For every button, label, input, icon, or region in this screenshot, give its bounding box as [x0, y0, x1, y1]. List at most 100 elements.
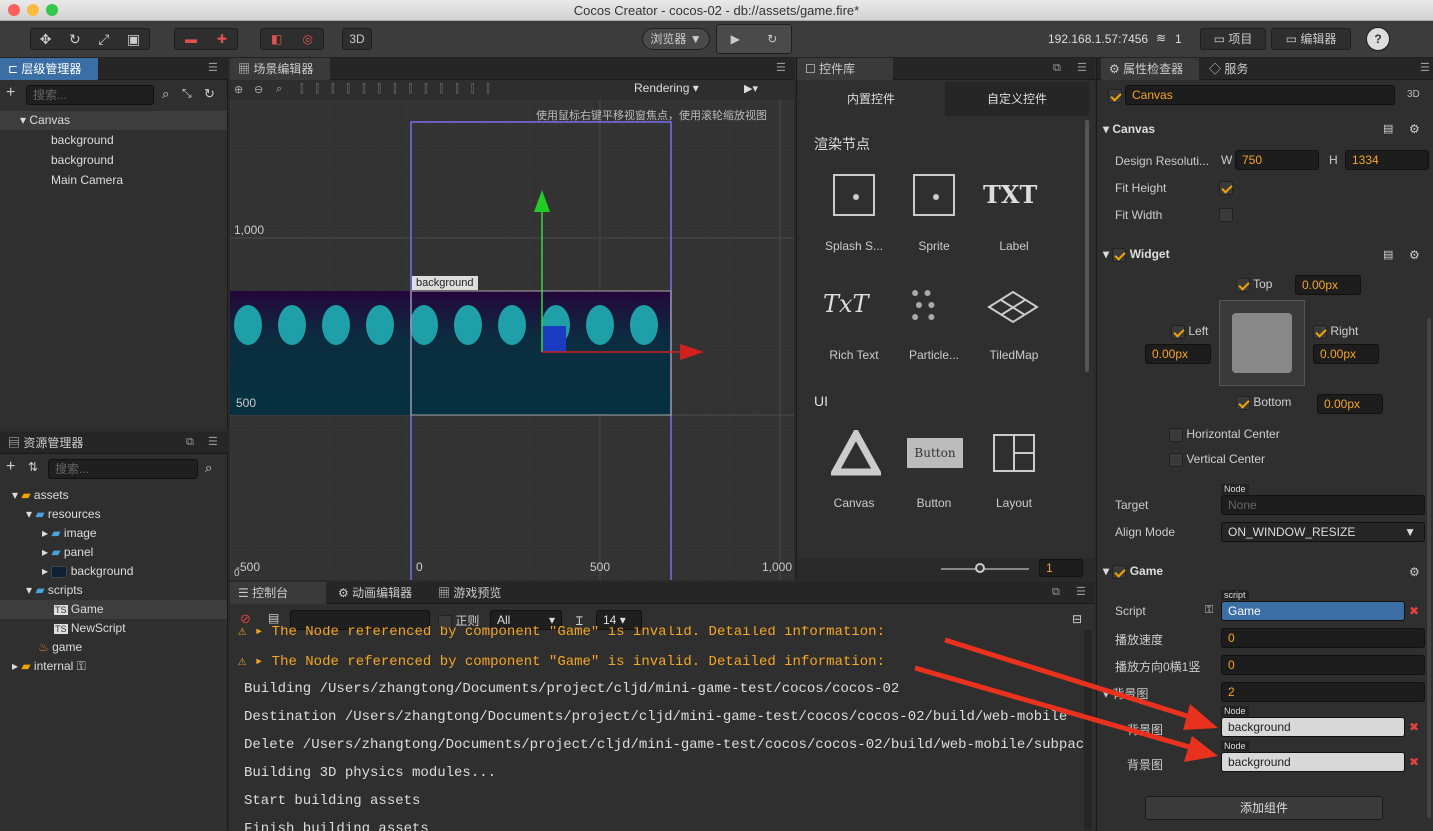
local-pivot-icon[interactable]: ▬	[185, 29, 197, 49]
rich-text-icon[interactable]: TxT	[823, 290, 869, 318]
design-width-input[interactable]: 750	[1235, 150, 1319, 170]
widget-layout[interactable]: Layout	[974, 496, 1054, 510]
project-button[interactable]: ▭ 项目	[1200, 28, 1266, 50]
zoom-window-button[interactable]	[46, 4, 58, 16]
target-input[interactable]: None	[1221, 495, 1425, 515]
doc-icon[interactable]: ▤	[1383, 122, 1393, 135]
tree-folder-internal[interactable]: ▸ ▰ internal ⚿	[12, 657, 86, 676]
canvas-component-header[interactable]: ▾ Canvas	[1103, 117, 1155, 141]
background-count-input[interactable]: 2	[1221, 682, 1425, 702]
tree-folder-assets[interactable]: ▾ ▰ assets	[12, 486, 69, 505]
canvas-widget-icon[interactable]	[831, 430, 881, 476]
zoom-reset-icon[interactable]: ⌕	[276, 83, 282, 96]
fit-height-checkbox[interactable]	[1219, 180, 1233, 195]
rotate-tool-icon[interactable]: ↻	[69, 29, 81, 49]
direction-input[interactable]: 0	[1221, 655, 1425, 675]
search-icon[interactable]: ⌕	[205, 460, 212, 476]
zoom-slider-track[interactable]	[941, 568, 1029, 570]
remove-icon[interactable]: ✖	[1409, 604, 1419, 618]
tab-builtin-widgets[interactable]: 内置控件	[797, 82, 945, 116]
rect-tool-icon[interactable]: ▣	[127, 29, 140, 49]
grid-icon[interactable]: ◎	[302, 29, 312, 49]
background-item-input[interactable]: background	[1221, 752, 1405, 772]
assets-search-input[interactable]: 搜索...	[48, 459, 198, 479]
script-input[interactable]: Game	[1221, 601, 1405, 621]
tree-script-game[interactable]: TS Game	[0, 600, 227, 619]
popout-icon[interactable]: ⧉	[186, 436, 198, 448]
tiledmap-icon[interactable]	[987, 290, 1039, 324]
menu-icon[interactable]: ☰	[208, 62, 220, 74]
gear-icon[interactable]: ⚙	[1409, 122, 1420, 136]
sprite-icon[interactable]	[913, 174, 955, 216]
background-item-input[interactable]: background	[1221, 717, 1405, 737]
tab-hierarchy[interactable]: ⊏ 层级管理器	[0, 58, 98, 80]
add-asset-icon[interactable]: +	[6, 458, 15, 476]
tree-folder-panel[interactable]: ▸ ▰ panel	[42, 543, 93, 562]
help-button[interactable]: ?	[1366, 27, 1390, 51]
menu-icon[interactable]: ☰	[208, 436, 220, 448]
zoom-in-icon[interactable]: ⊕	[234, 83, 243, 96]
speed-input[interactable]: 0	[1221, 628, 1425, 648]
snap-icon[interactable]: ◧	[271, 29, 282, 49]
locate-icon[interactable]: ⤡	[182, 86, 192, 101]
widget-splash-sprite[interactable]: Splash S...	[814, 239, 894, 253]
tab-inspector[interactable]: ⚙ 属性检查器	[1101, 58, 1199, 80]
tab-widget-library[interactable]: ☐ 控件库	[797, 58, 893, 80]
right-input[interactable]: 0.00px	[1313, 344, 1379, 364]
scene-viewport[interactable]	[230, 100, 794, 580]
layout-widget-icon[interactable]	[993, 434, 1035, 472]
menu-icon[interactable]: ☰	[776, 62, 788, 74]
rendering-select[interactable]: Rendering ▾	[634, 81, 699, 95]
widget-scrollbar[interactable]	[1085, 120, 1089, 372]
play-icon[interactable]: ▶	[731, 29, 740, 49]
widget-particle[interactable]: Particle...	[894, 348, 974, 362]
tree-asset-background[interactable]: ▸ background	[42, 562, 133, 581]
mode-3d-button[interactable]: 3D	[342, 28, 372, 50]
console-scrollbar[interactable]	[1084, 630, 1092, 830]
widget-component-header[interactable]: ▾ Widget	[1103, 242, 1170, 266]
scale-tool-icon[interactable]: ⤢	[98, 29, 109, 49]
tree-folder-resources[interactable]: ▾ ▰ resources	[26, 505, 101, 524]
popout-icon[interactable]: ⧉	[1053, 62, 1065, 74]
right-checkbox[interactable]: Right	[1313, 324, 1358, 339]
tab-console[interactable]: ☰ 控制台	[230, 582, 326, 604]
bottom-input[interactable]: 0.00px	[1317, 394, 1383, 414]
node-name-input[interactable]: Canvas	[1125, 85, 1395, 105]
close-window-button[interactable]	[8, 4, 20, 16]
add-component-button[interactable]: 添加组件	[1145, 796, 1383, 820]
zoom-out-icon[interactable]: ⊖	[254, 83, 263, 96]
align-mode-select[interactable]: ON_WINDOW_RESIZE ▼	[1221, 522, 1425, 542]
gear-icon[interactable]: ⚙	[1409, 565, 1420, 579]
menu-icon[interactable]: ☰	[1077, 62, 1089, 74]
vertical-center-checkbox[interactable]: Vertical Center	[1169, 452, 1265, 467]
component-enabled-checkbox[interactable]	[1112, 564, 1127, 579]
left-input[interactable]: 0.00px	[1145, 344, 1211, 364]
tab-game-preview[interactable]: ▦ 游戏预览	[430, 582, 520, 604]
tree-item-background-2[interactable]: background	[51, 151, 114, 170]
tree-script-newscript[interactable]: TS NewScript	[54, 619, 126, 638]
inspector-scrollbar[interactable]	[1427, 318, 1431, 818]
bottom-checkbox[interactable]: Bottom	[1236, 395, 1291, 410]
align-tools-icon[interactable]: ⫿⫿⫿⫿⫿⫿⫿⫿⫿⫿⫿⫿⫿	[300, 83, 502, 96]
left-checkbox[interactable]: Left	[1171, 324, 1208, 339]
gear-icon[interactable]: ⚙	[1409, 248, 1420, 262]
splash-sprite-icon[interactable]	[833, 174, 875, 216]
game-component-header[interactable]: ▾ Game	[1103, 559, 1163, 583]
fit-width-checkbox[interactable]	[1219, 207, 1233, 222]
popout-icon[interactable]: ⧉	[1052, 586, 1064, 598]
zoom-slider-handle[interactable]	[975, 563, 985, 573]
button-widget-icon[interactable]: Button	[907, 438, 963, 468]
refresh-icon[interactable]: ↻	[767, 29, 777, 49]
widget-label[interactable]: Label	[974, 239, 1054, 253]
tab-service[interactable]: ◇ 服务	[1201, 58, 1271, 80]
widget-canvas[interactable]: Canvas	[814, 496, 894, 510]
widget-button[interactable]: Button	[894, 496, 974, 510]
tree-folder-scripts[interactable]: ▾ ▰ scripts	[26, 581, 83, 600]
refresh-icon[interactable]: ↻	[204, 86, 215, 102]
design-height-input[interactable]: 1334	[1345, 150, 1429, 170]
zoom-input[interactable]: 1	[1039, 559, 1083, 577]
search-icon[interactable]: ⌕	[162, 86, 169, 102]
tree-folder-image[interactable]: ▸ ▰ image	[42, 524, 97, 543]
component-enabled-checkbox[interactable]	[1112, 247, 1127, 262]
widget-tiledmap[interactable]: TiledMap	[974, 348, 1054, 362]
